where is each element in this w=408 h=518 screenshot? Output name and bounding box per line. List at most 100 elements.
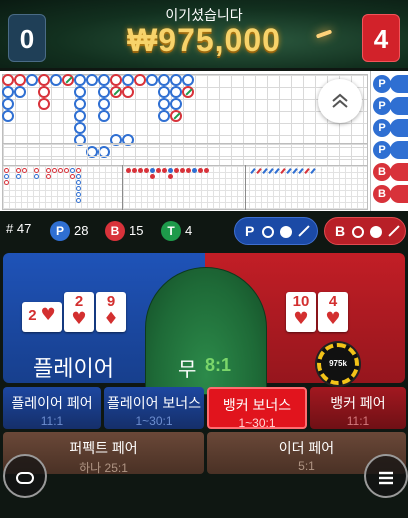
cockroach-icon	[298, 225, 310, 237]
player-ring-marker	[98, 98, 110, 110]
player-wins-count: 28	[74, 223, 89, 238]
big-eye-marker	[4, 168, 9, 173]
banker-bead: B	[373, 185, 391, 203]
small-road-marker	[162, 168, 167, 173]
small-road-marker	[168, 174, 173, 179]
bead-partial	[390, 185, 408, 203]
bead-partial	[390, 119, 408, 137]
small-road-marker	[126, 168, 131, 173]
player-bonus-bet[interactable]: 플레이어 보너스 1~30:1	[104, 387, 204, 429]
banker-ring-marker	[38, 98, 50, 110]
bet-odds: 11:1	[40, 414, 64, 428]
collapse-roadmap-button[interactable]	[318, 79, 362, 123]
player-ring-marker	[74, 98, 86, 110]
banker-ring-marker	[14, 74, 26, 86]
banker-pair-bet[interactable]: 뱅커 페어 11:1	[310, 387, 406, 429]
player-bead: P	[373, 141, 391, 159]
small-road-marker	[138, 168, 143, 173]
banker-ring-marker	[38, 86, 50, 98]
player-ring-marker	[98, 86, 110, 98]
player-ring-marker	[98, 110, 110, 122]
player-ring-marker	[14, 86, 26, 98]
big-eye-marker	[76, 192, 81, 197]
bet-name: 플레이어 보너스	[106, 395, 202, 411]
bet-odds: 1~30:1	[135, 414, 173, 428]
big-eye-marker	[70, 168, 75, 173]
big-eye-marker	[4, 180, 9, 185]
big-eye-marker	[70, 174, 75, 179]
tie-slash-marker	[113, 88, 121, 96]
small-road-marker	[150, 168, 155, 173]
banker-ring-marker	[170, 110, 182, 122]
big-eye-marker	[34, 174, 39, 179]
player-bead: P	[373, 75, 391, 93]
player-pair-bet[interactable]: 플레이어 페어 11:1	[3, 387, 101, 429]
banker-card-1: 10 ♥	[286, 292, 316, 332]
player-ring-marker	[98, 74, 110, 86]
small-road-marker	[180, 168, 185, 173]
menu-button[interactable]	[364, 454, 408, 498]
small-road-marker	[132, 168, 137, 173]
small-road-marker	[192, 168, 197, 173]
banker-wins-count: 15	[129, 223, 144, 238]
chip-value: 975k	[329, 359, 347, 368]
card-rank: 10	[292, 293, 310, 310]
player-ring-marker	[158, 74, 170, 86]
banker-ring-marker	[134, 74, 146, 86]
banker-ring-marker	[62, 74, 74, 86]
player-ring-marker	[158, 86, 170, 98]
bead-partial	[390, 75, 408, 93]
player-ring-marker	[182, 74, 194, 86]
bead-partial	[390, 97, 408, 115]
banker-bead: B	[373, 163, 391, 181]
banker-ring-marker	[110, 86, 122, 98]
bet-name: 플레이어 페어	[11, 395, 93, 411]
player-ask-button[interactable]: P	[234, 217, 318, 245]
tie-odds: 8:1	[205, 355, 232, 375]
banker-ask-button[interactable]: B	[324, 217, 406, 245]
result-header: 0 이기셨습니다 ₩975,000 4	[0, 0, 408, 68]
stats-bar: # 47 P 28 B 15 T 4 P B	[0, 213, 408, 247]
bet-chip[interactable]: 975k	[317, 343, 359, 385]
card-rank: 2	[28, 307, 37, 324]
player-bead: P	[373, 119, 391, 137]
big-eye-marker	[58, 168, 63, 173]
big-eye-icon	[262, 226, 274, 238]
chevron-double-up-icon	[332, 93, 348, 108]
card-rank: 9	[106, 293, 116, 310]
bet-name: 뱅커 보너스	[222, 397, 292, 413]
big-eye-marker	[46, 168, 51, 173]
bet-odds: 11:1	[346, 414, 370, 428]
player-ring-marker	[2, 86, 14, 98]
player-ring-marker	[86, 74, 98, 86]
card-rank: 2	[74, 293, 84, 310]
banker-score: 4	[362, 14, 400, 62]
player-card-2: 9 ♦	[96, 292, 126, 332]
big-eye-marker	[76, 198, 81, 203]
chat-button[interactable]	[3, 454, 47, 498]
banker-ring-marker	[110, 74, 122, 86]
player-ring-marker	[74, 74, 86, 86]
big-eye-marker	[4, 174, 9, 179]
big-eye-marker	[46, 174, 51, 179]
big-eye-marker	[34, 168, 39, 173]
player-ring-marker	[170, 86, 182, 98]
player-ask-letter: P	[245, 223, 255, 239]
win-amount: ₩975,000	[127, 22, 281, 58]
small-road-icon	[280, 226, 292, 238]
bead-partial	[390, 163, 408, 181]
menu-icon	[379, 471, 393, 485]
banker-bonus-bet[interactable]: 뱅커 보너스 1~30:1	[207, 387, 307, 430]
player-card-1: 2 ♥	[64, 292, 94, 332]
player-ring-marker	[74, 86, 86, 98]
tie-label: 무	[178, 359, 197, 381]
big-eye-marker	[76, 180, 81, 185]
big-eye-marker	[52, 168, 57, 173]
player-ring-marker	[158, 110, 170, 122]
tie-slash-marker	[65, 76, 73, 84]
heart-icon: ♥	[325, 309, 341, 329]
player-ring-marker	[2, 110, 14, 122]
tie-wins-count: 4	[185, 223, 193, 238]
player-ring-marker	[146, 74, 158, 86]
banker-ring-marker	[122, 86, 134, 98]
